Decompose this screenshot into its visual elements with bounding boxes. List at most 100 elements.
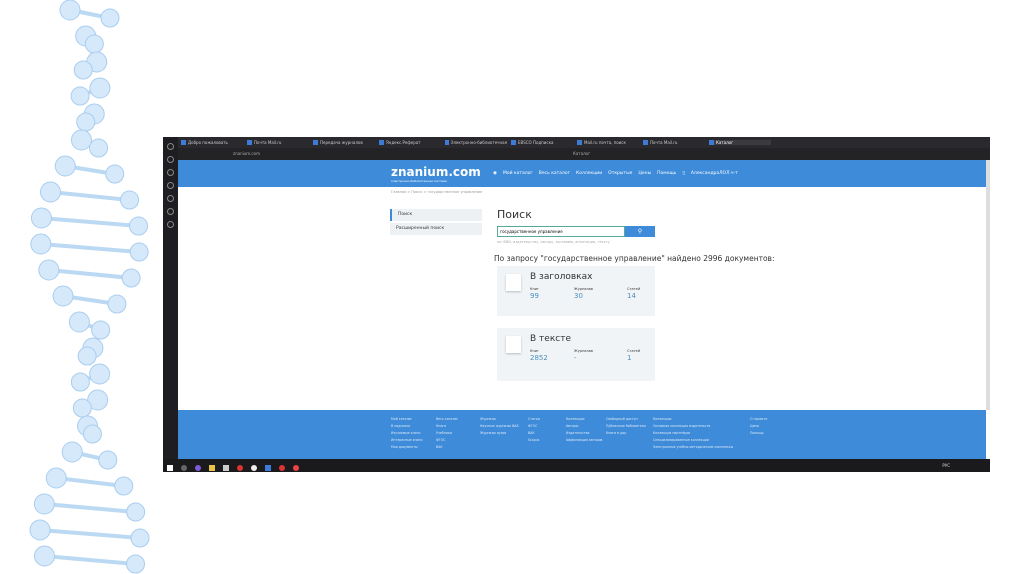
result-card[interactable]: В тексте Книг 2852 Журналов - Статей 1 (497, 328, 655, 381)
footer-link[interactable]: Коллекция партнёров (653, 431, 733, 435)
dna-bead (105, 164, 125, 184)
footer-link[interactable]: ФГОС (528, 424, 540, 428)
footer-link[interactable]: Электронные учебно-методические комплекс… (653, 445, 733, 449)
dna-bead (70, 86, 90, 106)
dna-bead (39, 181, 61, 203)
footer-link[interactable]: Изучаемые книги (391, 431, 422, 435)
footer-link[interactable]: Мой каталог (391, 417, 422, 421)
journals-stat[interactable]: Журналов - (574, 349, 593, 362)
dna-bead (61, 441, 83, 463)
dna-rung (41, 216, 139, 228)
footer-link[interactable]: Учебники (436, 431, 458, 435)
search-menu: Поиск Расширенный поиск (390, 209, 482, 237)
favicon-icon (643, 140, 648, 145)
scrollbar[interactable] (986, 160, 990, 410)
browser-tab[interactable]: Яндекс.Реферат (379, 140, 441, 145)
footer-link[interactable]: Помощь (750, 431, 767, 435)
footer-link[interactable]: Весь каталог (436, 417, 458, 421)
footer-link[interactable]: ФГОС (436, 438, 458, 442)
footer-link[interactable]: ВАК (528, 431, 540, 435)
browser-tab[interactable]: Mail.ru почта, поиск (577, 140, 639, 145)
result-card[interactable]: В заголовках Книг 99 Журналов 30 Статей 14 (497, 266, 655, 316)
footer-link[interactable]: Журналы вузов (480, 431, 519, 435)
dna-rung (39, 528, 141, 540)
browser-tab[interactable]: Добро пожаловать (181, 140, 243, 145)
footer-link[interactable]: ВАК (436, 445, 458, 449)
footer-link[interactable]: Научные журналы ВАК (480, 424, 519, 428)
footer-link[interactable]: О проекте (750, 417, 767, 421)
dna-bead (73, 60, 93, 80)
dna-bead (30, 233, 52, 255)
footer-link[interactable]: Аффилиация авторов (566, 438, 602, 442)
books-stat[interactable]: Книг 99 (530, 287, 539, 300)
dna-bead (120, 190, 140, 210)
footer-link[interactable]: Scopus (528, 438, 540, 442)
footer-column: Статьи ФГОС ВАК Scopus (528, 417, 540, 445)
favicon-icon (247, 140, 252, 145)
dna-bead (70, 372, 90, 392)
footer-link[interactable]: Книги (436, 424, 458, 428)
dna-bead (38, 259, 60, 281)
footer-link[interactable]: Авторы (566, 424, 602, 428)
search-input[interactable] (497, 226, 625, 237)
dna-bead (52, 285, 74, 307)
footer-link[interactable]: Коллекции (653, 417, 733, 421)
dna-rung (50, 190, 130, 202)
user-link[interactable]: АлександраЛОЛ.ч-т (691, 171, 738, 176)
footer-link[interactable]: Статьи (528, 417, 540, 421)
browser-tab-bar: Добро пожаловать Почта Mail.ru Передача жу… (163, 137, 990, 148)
nav-item[interactable]: Весь каталог (539, 171, 570, 176)
browser-tab[interactable]: Почта Mail.ru (643, 140, 705, 145)
dna-bead (129, 242, 149, 262)
dna-bead (33, 545, 55, 567)
dna-bead (107, 294, 127, 314)
footer-link[interactable]: Книги в дар (606, 431, 646, 435)
footer-link[interactable]: Журналы (480, 417, 519, 421)
bag-icon[interactable]: ▯ (682, 171, 684, 176)
eye-icon[interactable]: ◉ (493, 171, 497, 176)
result-summary: По запросу "государственное управление" … (494, 254, 775, 263)
browser-tab[interactable]: Электронно-библиотечная (445, 140, 507, 145)
search-icon: ⚲ (637, 229, 643, 235)
menu-item-advanced-search[interactable]: Расширенный поиск (390, 223, 482, 235)
search-button[interactable]: ⚲ (625, 226, 655, 237)
nav-item[interactable]: Цены (638, 171, 651, 176)
footer-link[interactable]: Свободный доступ (606, 417, 646, 421)
articles-stat[interactable]: Статей 1 (627, 349, 640, 362)
footer-link[interactable]: Коллекции (566, 417, 602, 421)
browser-tab[interactable]: Почта Mail.ru (247, 140, 309, 145)
nav-item[interactable]: Мой каталог (503, 171, 533, 176)
dna-rung (40, 242, 140, 254)
nav-item[interactable]: Коллекции (576, 171, 602, 176)
footer-link[interactable]: Публичные библиотеки (606, 424, 646, 428)
footer-link[interactable]: Специализированные коллекции (653, 438, 733, 442)
footer-link[interactable]: Основная коллекция издательств (653, 424, 733, 428)
footer-link[interactable]: Издательства (566, 431, 602, 435)
screenshot: Добро пожаловать Почта Mail.ru Передача жу… (163, 137, 990, 472)
dna-bead (114, 476, 134, 496)
footer-link[interactable]: Цены (750, 424, 767, 428)
nav-item[interactable]: Открытые (608, 171, 632, 176)
journals-stat[interactable]: Журналов 30 (574, 287, 593, 300)
dna-rung (44, 554, 136, 566)
footer-link[interactable]: В подписке (391, 424, 422, 428)
dna-bead (84, 34, 104, 54)
dna-bead (33, 493, 55, 515)
articles-stat[interactable]: Статей 14 (627, 287, 640, 300)
browser-tab[interactable]: Передача журналов (313, 140, 375, 145)
browser-tab[interactable]: EBSCO Подписка (511, 140, 573, 145)
dna-rung (44, 502, 136, 514)
logo[interactable]: znanium.com электронно-библиотечная систе… (391, 165, 481, 183)
address-bar[interactable]: znanium.com Каталог (178, 148, 990, 160)
dna-bead (89, 363, 111, 385)
dna-bead (126, 554, 146, 574)
site-header: znanium.com электронно-библиотечная систе… (178, 160, 986, 187)
dna-bead (76, 112, 96, 132)
footer-link[interactable]: Мои документы (391, 445, 422, 449)
books-stat[interactable]: Книг 2852 (530, 349, 548, 362)
nav-item[interactable]: Помощь (657, 171, 676, 176)
browser-tab[interactable]: Каталог (709, 140, 771, 145)
document-icon (506, 274, 521, 291)
menu-item-search[interactable]: Поиск (390, 209, 482, 221)
footer-link[interactable]: Интересные книги (391, 438, 422, 442)
